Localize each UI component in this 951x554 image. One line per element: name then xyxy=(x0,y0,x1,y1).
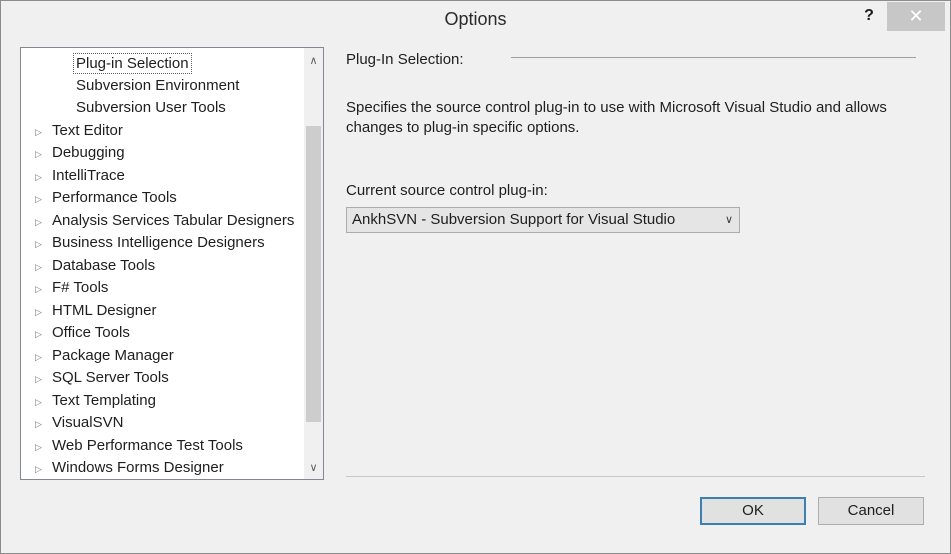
tree-item[interactable]: Subversion Environment xyxy=(21,75,303,98)
expand-arrow-icon[interactable]: ▷ xyxy=(35,323,42,345)
expand-arrow-icon[interactable]: ▷ xyxy=(35,436,42,458)
chevron-down-icon: ∨ xyxy=(724,214,733,226)
expand-arrow-icon[interactable]: ▷ xyxy=(35,256,42,278)
expand-arrow-icon[interactable]: ▷ xyxy=(35,301,42,323)
tree-item-label: Debugging xyxy=(52,144,125,161)
tree-item[interactable]: ▷ Analysis Services Tabular Designers xyxy=(21,210,303,233)
tree-item[interactable]: ▷ Package Manager xyxy=(21,345,303,368)
tree-item-label: Web Performance Test Tools xyxy=(52,436,243,454)
tree-item[interactable]: ▷ HTML Designer xyxy=(21,300,303,323)
tree-item[interactable]: ▷ Web Performance Test Tools xyxy=(21,435,303,458)
expand-arrow-icon[interactable]: ▷ xyxy=(35,233,42,255)
plugin-label: Current source control plug-in: xyxy=(346,182,548,199)
tree-item-label: Subversion User Tools xyxy=(76,99,226,116)
expand-arrow-icon[interactable]: ▷ xyxy=(35,211,42,233)
tree-item[interactable]: ▷ IntelliTrace xyxy=(21,165,303,188)
tree-item-label: HTML Designer xyxy=(52,301,157,319)
expand-arrow-icon[interactable]: ▷ xyxy=(35,278,42,300)
tree-item[interactable]: ▷ Performance Tools xyxy=(21,187,303,210)
title-bar[interactable]: Options ? ✕ xyxy=(1,1,950,37)
tree-item-label: Plug-in Selection xyxy=(73,53,192,74)
expand-arrow-icon[interactable]: ▷ xyxy=(35,143,42,165)
expand-arrow-icon[interactable]: ▷ xyxy=(35,121,42,143)
chevron-up-icon[interactable]: ∧ xyxy=(304,52,323,70)
scroll-thumb[interactable] xyxy=(306,126,321,422)
tree-item-label: Package Manager xyxy=(52,346,174,364)
ok-button[interactable]: OK xyxy=(700,497,806,525)
tree-item[interactable]: ▷ Windows Forms Designer xyxy=(21,457,303,479)
cancel-button[interactable]: Cancel xyxy=(818,497,924,525)
tree-item-label: F# Tools xyxy=(52,279,109,296)
plugin-select[interactable]: AnkhSVN - Subversion Support for Visual … xyxy=(346,207,740,233)
expand-arrow-icon[interactable]: ▷ xyxy=(35,368,42,390)
tree-item-label: Office Tools xyxy=(52,324,130,341)
tree-item[interactable]: ▷ Debugging xyxy=(21,142,303,165)
close-icon: ✕ xyxy=(908,6,924,26)
section-heading: Plug-In Selection: xyxy=(346,51,464,68)
expand-arrow-icon[interactable]: ▷ xyxy=(35,188,42,210)
tree-item-label: Windows Forms Designer xyxy=(52,459,224,476)
tree-item-label: Text Templating xyxy=(52,391,156,409)
tree-item-label: Text Editor xyxy=(52,121,123,139)
section-description: Specifies the source control plug-in to … xyxy=(346,99,887,136)
expand-arrow-icon[interactable]: ▷ xyxy=(35,458,42,479)
tree-item[interactable]: Subversion User Tools xyxy=(21,97,303,120)
help-button[interactable]: ? xyxy=(858,5,880,27)
tree-item-label: IntelliTrace xyxy=(52,166,125,184)
tree-item[interactable]: ▷ Business Intelligence Designers xyxy=(21,232,303,255)
tree-item[interactable]: ▷ F# Tools xyxy=(21,277,303,300)
expand-arrow-icon[interactable]: ▷ xyxy=(35,413,42,435)
tree-item[interactable]: ▷ VisualSVN xyxy=(21,412,303,435)
tree-scrollbar[interactable]: ∧ ∨ xyxy=(304,48,323,479)
tree-list: Plug-in Selection Subversion Environment S… xyxy=(21,52,303,479)
close-button[interactable]: ✕ xyxy=(887,2,945,31)
expand-arrow-icon[interactable]: ▷ xyxy=(35,166,42,188)
tree-item-label: Subversion Environment xyxy=(76,76,240,94)
tree-item[interactable]: ▷ Office Tools xyxy=(21,322,303,345)
tree-item[interactable]: ▷ Text Editor xyxy=(21,120,303,143)
tree-item-label: Performance Tools xyxy=(52,189,177,206)
footer-divider xyxy=(346,476,925,477)
tree-item-label: VisualSVN xyxy=(52,414,124,431)
chevron-down-icon[interactable]: ∨ xyxy=(304,459,323,477)
expand-arrow-icon[interactable]: ▷ xyxy=(35,346,42,368)
plugin-select-value: AnkhSVN - Subversion Support for Visual … xyxy=(352,211,676,228)
heading-divider xyxy=(511,57,916,58)
tree-item[interactable]: ▷ Database Tools xyxy=(21,255,303,278)
tree-item[interactable]: ▷ SQL Server Tools xyxy=(21,367,303,390)
options-dialog: Options ? ✕ Plug-in Selection Subversion … xyxy=(0,0,951,554)
expand-arrow-icon[interactable]: ▷ xyxy=(35,391,42,413)
tree-item-label: Database Tools xyxy=(52,256,156,274)
tree-item-label: Analysis Services Tabular Designers xyxy=(52,211,295,229)
tree-item-label: Business Intelligence Designers xyxy=(52,234,265,251)
tree-item[interactable]: ▷ Text Templating xyxy=(21,390,303,413)
tree-item-label: SQL Server Tools xyxy=(52,369,169,386)
options-tree[interactable]: Plug-in Selection Subversion Environment S… xyxy=(20,47,324,480)
tree-item[interactable]: Plug-in Selection xyxy=(21,52,303,75)
dialog-title: Options xyxy=(444,9,507,29)
